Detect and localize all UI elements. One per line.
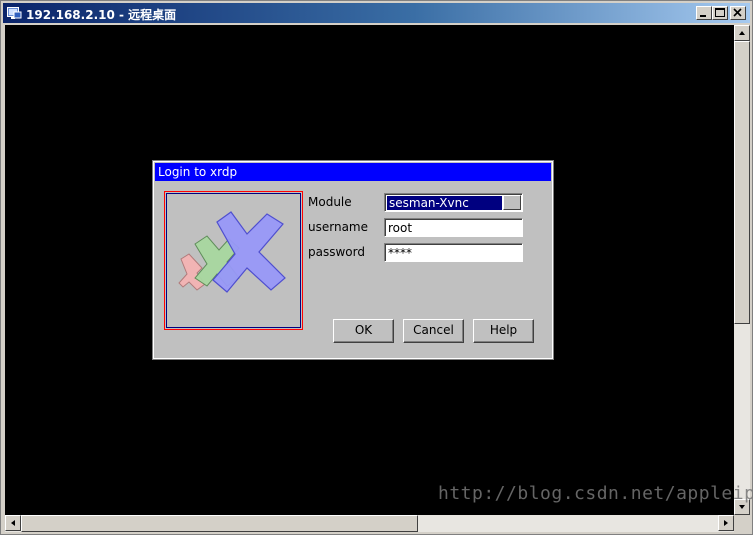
arrow-left-icon: [11, 520, 15, 526]
remote-desktop-icon: [7, 6, 22, 20]
scrollbar-corner: [734, 515, 750, 532]
maximize-button[interactable]: [712, 6, 728, 20]
remote-desktop-canvas[interactable]: Login to xrdp Module sesman-Xvnc usernam…: [5, 25, 734, 515]
window-titlebar[interactable]: 192.168.2.10 - 远程桌面: [3, 3, 750, 23]
horizontal-scroll-thumb[interactable]: [21, 515, 418, 532]
module-select[interactable]: sesman-Xvnc: [384, 193, 523, 212]
password-field[interactable]: ****: [384, 243, 523, 262]
maximize-icon: [715, 8, 725, 17]
vertical-scroll-thumb[interactable]: [734, 41, 750, 324]
dropdown-button[interactable]: [503, 195, 521, 210]
remote-desktop-window: 192.168.2.10 - 远程桌面 Login to xrdp Module…: [0, 0, 753, 535]
minimize-icon: [700, 15, 706, 17]
vertical-scrollbar[interactable]: [734, 25, 750, 515]
xrdp-x-logo-icon: [178, 211, 286, 293]
horizontal-scrollbar[interactable]: [5, 515, 734, 532]
scroll-up-button[interactable]: [734, 25, 750, 41]
module-selected-value: sesman-Xvnc: [387, 196, 502, 210]
module-label: Module: [308, 195, 352, 209]
cancel-button[interactable]: Cancel: [403, 319, 464, 343]
scroll-left-button[interactable]: [5, 515, 21, 531]
close-button[interactable]: [730, 6, 746, 20]
username-field[interactable]: root: [384, 218, 523, 237]
logo-frame: [166, 193, 301, 328]
password-label: password: [308, 245, 365, 259]
ok-button[interactable]: OK: [333, 319, 394, 343]
dialog-titlebar[interactable]: Login to xrdp: [155, 163, 551, 181]
xrdp-logo: [164, 191, 303, 330]
dialog-title: Login to xrdp: [158, 165, 238, 179]
window-title: 192.168.2.10 - 远程桌面: [26, 8, 177, 22]
watermark-text: http://blog.csdn.net/appleipp: [438, 483, 753, 504]
xrdp-login-dialog: Login to xrdp Module sesman-Xvnc usernam…: [152, 160, 554, 360]
minimize-button[interactable]: [696, 6, 712, 20]
help-button[interactable]: Help: [473, 319, 534, 343]
close-icon: [733, 8, 742, 17]
scroll-right-button[interactable]: [718, 515, 734, 531]
arrow-right-icon: [724, 520, 728, 526]
arrow-up-icon: [739, 31, 745, 35]
username-label: username: [308, 220, 368, 234]
